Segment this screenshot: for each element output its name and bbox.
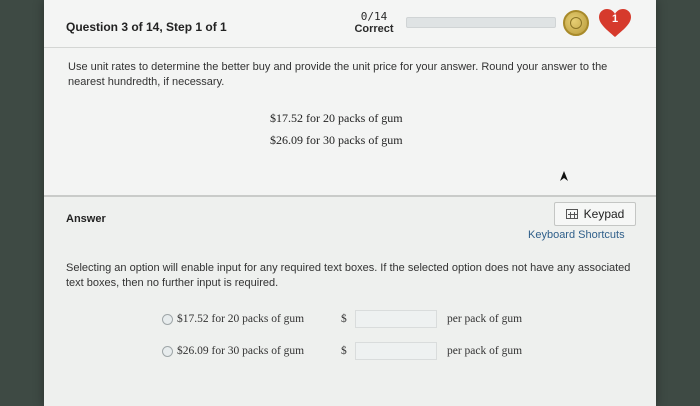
question-prompt: Use unit rates to determine the better b… — [68, 61, 608, 88]
answer-label: Answer — [66, 213, 106, 225]
option-radio-2[interactable] — [162, 345, 173, 357]
currency-symbol-1: $ — [341, 313, 347, 325]
question-label: Question 3 of 14, Step 1 of 1 — [66, 20, 227, 34]
keypad-label: Keypad — [583, 207, 625, 221]
score-display: 0/14 Correct — [344, 10, 404, 36]
unit-label-2: per pack of gum — [447, 345, 523, 357]
heart-icon: 1 — [597, 7, 633, 39]
score-label: Correct — [354, 23, 394, 35]
coin-icon[interactable] — [563, 10, 589, 36]
header-bar: Question 3 of 14, Step 1 of 1 0/14 Corre… — [44, 0, 656, 48]
offer-2: $26.09 for 30 packs of gum — [270, 133, 403, 147]
option-text-1[interactable]: $17.52 for 20 packs of gum — [177, 313, 341, 325]
option-radio-1[interactable] — [162, 313, 173, 325]
option-row-2: $26.09 for 30 packs of gum $ per pack of… — [162, 341, 522, 361]
keypad-icon — [565, 209, 578, 219]
option-text-2[interactable]: $26.09 for 30 packs of gum — [177, 345, 341, 357]
answer-panel: Answer Keypad Keyboard Shortcuts Selecti… — [44, 197, 656, 406]
unit-label-1: per pack of gum — [447, 313, 523, 325]
offer-1: $17.52 for 20 packs of gum — [270, 111, 403, 125]
assignment-screen: Question 3 of 14, Step 1 of 1 0/14 Corre… — [44, 0, 656, 406]
answer-instruction: Selecting an option will enable input fo… — [66, 262, 631, 289]
coin-icon-inner — [570, 17, 582, 29]
unit-price-input-1[interactable] — [355, 310, 437, 328]
currency-symbol-2: $ — [341, 345, 347, 357]
option-row-1: $17.52 for 20 packs of gum $ per pack of… — [162, 309, 522, 329]
unit-price-input-2[interactable] — [355, 342, 437, 360]
keyboard-shortcuts-link[interactable]: Keyboard Shortcuts — [528, 229, 625, 241]
keypad-button[interactable]: Keypad — [554, 202, 636, 226]
score-value: 0/14 — [360, 10, 388, 23]
progress-bar — [406, 17, 556, 28]
lives-count: 1 — [611, 13, 619, 25]
mouse-pointer-icon — [560, 171, 568, 181]
